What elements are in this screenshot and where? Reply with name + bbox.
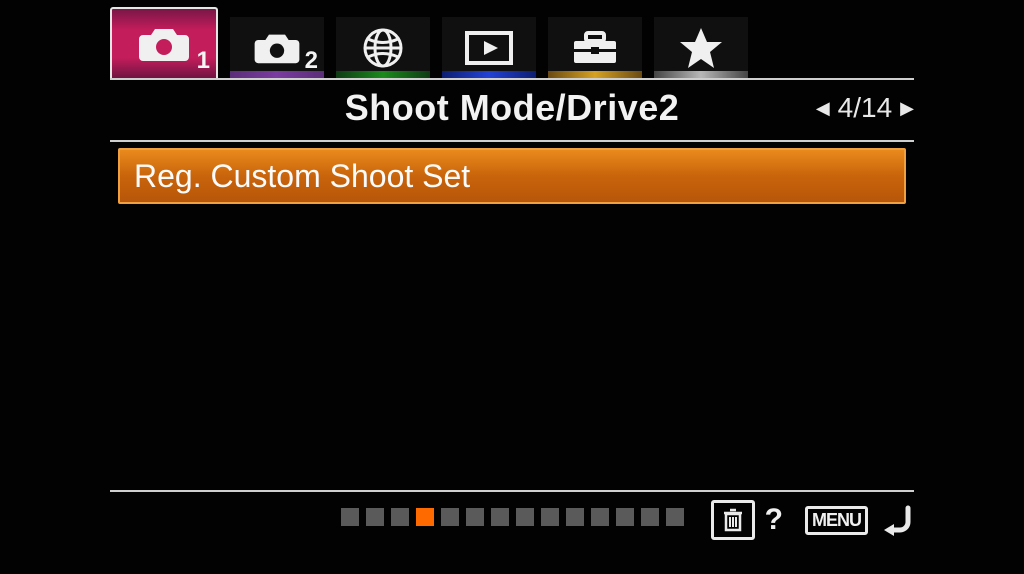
star-icon bbox=[678, 26, 724, 70]
tab-camera-1[interactable]: 1 bbox=[110, 7, 218, 79]
menu-button[interactable]: MENU bbox=[805, 506, 868, 535]
tab-underline bbox=[110, 78, 914, 80]
page-dot[interactable] bbox=[366, 508, 384, 526]
tab-network[interactable] bbox=[336, 17, 430, 79]
menu-item-reg-custom-shoot-set[interactable]: Reg. Custom Shoot Set bbox=[118, 148, 906, 204]
page-title: Shoot Mode/Drive2 bbox=[110, 87, 914, 129]
trash-icon bbox=[723, 508, 743, 532]
delete-button[interactable] bbox=[711, 500, 755, 540]
menu-item-label: Reg. Custom Shoot Set bbox=[134, 158, 470, 194]
tab-favorite[interactable] bbox=[654, 17, 748, 79]
page-dot[interactable] bbox=[491, 508, 509, 526]
page-dot[interactable] bbox=[466, 508, 484, 526]
tab-bar: 1 2 bbox=[110, 4, 760, 79]
camera-icon bbox=[252, 31, 302, 65]
toolbox-icon bbox=[570, 29, 620, 67]
page-next-arrow[interactable]: ▶ bbox=[900, 98, 914, 119]
bottom-divider bbox=[110, 490, 914, 492]
page-dot[interactable] bbox=[416, 508, 434, 526]
page-dot[interactable] bbox=[616, 508, 634, 526]
globe-icon bbox=[361, 26, 405, 70]
menu-list: Reg. Custom Shoot Set bbox=[118, 148, 906, 204]
playback-icon bbox=[464, 30, 514, 66]
bottom-icon-bar: ? MENU bbox=[711, 500, 914, 540]
back-icon[interactable] bbox=[880, 504, 914, 536]
help-button[interactable]: ? bbox=[765, 503, 783, 537]
page-indicator: ◀ 4/14 ▶ bbox=[816, 92, 914, 124]
page-dot[interactable] bbox=[666, 508, 684, 526]
page-dot[interactable] bbox=[516, 508, 534, 526]
page-dot[interactable] bbox=[441, 508, 459, 526]
tab-playback[interactable] bbox=[442, 17, 536, 79]
page-counter: 4/14 bbox=[838, 92, 893, 124]
page-dot[interactable] bbox=[591, 508, 609, 526]
camera-menu-screen: 1 2 bbox=[0, 0, 1024, 574]
tab-camera-1-digit: 1 bbox=[197, 47, 210, 75]
tab-camera-2[interactable]: 2 bbox=[230, 17, 324, 79]
page-dot[interactable] bbox=[541, 508, 559, 526]
page-dot[interactable] bbox=[566, 508, 584, 526]
title-row: Shoot Mode/Drive2 ◀ 4/14 ▶ bbox=[110, 82, 914, 134]
page-dot[interactable] bbox=[391, 508, 409, 526]
page-prev-arrow[interactable]: ◀ bbox=[816, 98, 830, 119]
page-dot[interactable] bbox=[341, 508, 359, 526]
tab-camera-2-digit: 2 bbox=[305, 47, 318, 75]
page-dot[interactable] bbox=[641, 508, 659, 526]
title-underline bbox=[110, 140, 914, 142]
tab-setup[interactable] bbox=[548, 17, 642, 79]
camera-icon bbox=[137, 25, 191, 63]
